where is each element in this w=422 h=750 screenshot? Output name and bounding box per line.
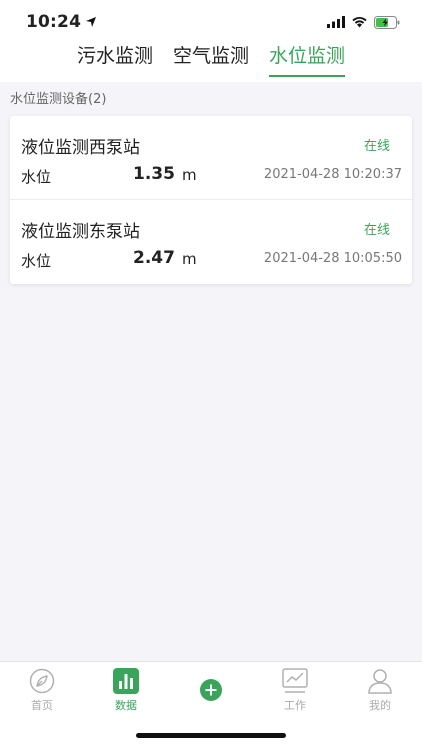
nav-label: 首页 <box>31 699 53 712</box>
line-chart-icon <box>282 668 308 693</box>
nav-item-work[interactable]: 工作 <box>253 668 337 716</box>
device-row-west-pump[interactable]: 液位监测西泵站 在线 水位 1.35 m 2021-04-28 10:20:37 <box>10 116 412 200</box>
nav-item-data[interactable]: 数据 <box>84 668 168 716</box>
tab-sewage-monitor[interactable]: 污水监测 <box>77 44 153 74</box>
nav-label: 数据 <box>115 699 137 712</box>
battery-charging-icon <box>374 15 400 29</box>
device-name: 液位监测西泵站 <box>21 138 140 158</box>
cellular-signal-icon <box>327 16 345 28</box>
metric-label: 水位 <box>21 168 52 186</box>
status-icons <box>327 15 400 29</box>
nav-label: 工作 <box>284 699 306 712</box>
wifi-icon <box>352 16 367 28</box>
nav-item-mine[interactable]: 我的 <box>338 668 422 716</box>
metric-value: 2.47 <box>133 248 175 268</box>
nav-item-add[interactable] <box>169 668 253 716</box>
nav-item-home[interactable]: 首页 <box>0 668 84 716</box>
device-status-badge: 在线 <box>363 139 390 154</box>
time-text: 10:24 <box>26 12 82 32</box>
metric-timestamp: 2021-04-28 10:20:37 <box>263 167 402 182</box>
nav-label: 我的 <box>369 699 391 712</box>
metric-unit: m <box>182 250 197 268</box>
plus-circle-icon <box>200 679 222 701</box>
home-indicator <box>136 733 286 738</box>
metric-unit: m <box>182 166 197 184</box>
status-time: 10:24 <box>26 12 97 32</box>
device-list-card: 液位监测西泵站 在线 水位 1.35 m 2021-04-28 10:20:37… <box>10 116 412 284</box>
status-bar: 10:24 <box>0 0 422 44</box>
tab-water-level-monitor[interactable]: 水位监测 <box>269 44 346 77</box>
tab-air-monitor[interactable]: 空气监测 <box>173 44 249 74</box>
device-row-east-pump[interactable]: 液位监测东泵站 在线 水位 2.47 m 2021-04-28 10:05:50 <box>10 200 412 284</box>
compass-icon <box>29 668 55 694</box>
monitor-tabs: 污水监测 空气监测 水位监测 <box>0 44 422 82</box>
bar-chart-icon <box>113 668 139 694</box>
metric-label: 水位 <box>21 252 52 270</box>
section-title: 水位监测设备(2) <box>10 92 107 107</box>
location-arrow-icon <box>86 17 97 27</box>
metric-value: 1.35 <box>133 164 175 184</box>
metric-timestamp: 2021-04-28 10:05:50 <box>263 251 402 266</box>
user-icon <box>368 669 392 694</box>
device-status-badge: 在线 <box>363 223 390 238</box>
device-name: 液位监测东泵站 <box>21 222 140 242</box>
